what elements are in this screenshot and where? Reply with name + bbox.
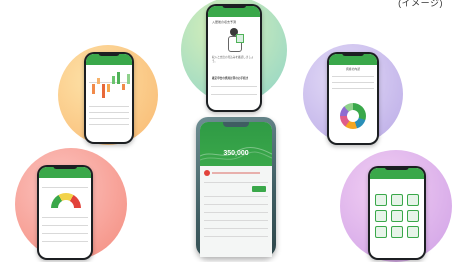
divider [204,204,268,205]
divider [332,76,374,77]
divider [204,228,268,229]
gauge-chart [51,193,81,208]
phone-main: 350,000 [196,117,276,257]
corner-caption: (イメージ) [398,0,443,8]
divider [89,106,129,107]
alert-icon [204,170,210,176]
divider [204,212,268,213]
alert-line [212,172,260,174]
phone-notch [222,4,246,8]
divider [89,118,129,119]
divider [42,187,88,188]
phone-notch [98,52,120,56]
phone-screen [86,54,132,142]
menu-tile[interactable] [391,194,403,206]
divider [89,124,129,125]
phone-bar-chart [84,52,134,144]
donut-chart [340,103,366,129]
divider [204,220,268,221]
divider [89,112,129,113]
doc-title: 入居後の収支予測 [212,20,237,24]
menu-tile[interactable] [375,194,387,206]
action-button[interactable] [252,186,266,192]
chart-bar [107,84,110,92]
phone-screen: 350,000 [200,122,272,257]
phone-donut-chart: 資産の内訳 [327,52,379,145]
chart-bar [97,78,100,84]
phone-screen: 資産の内訳 [329,54,377,143]
divider [204,236,268,237]
divider [42,217,88,218]
menu-tile[interactable] [407,194,419,206]
doc-footer: 確定申告の費用計算のお手続き [212,77,249,80]
phone-screen: 入居後の収支予測 収入と支出の見込みを確認しましょう。 確定申告の費用計算のお手… [208,6,260,110]
donut-heading: 資産の内訳 [346,67,360,71]
phone-menu-grid [368,166,426,260]
divider [211,86,257,87]
phone-document: 入居後の収支予測 収入と支出の見込みを確認しましょう。 確定申告の費用計算のお手… [206,4,262,112]
divider [42,233,88,234]
divider [89,82,129,83]
menu-tile[interactable] [391,210,403,222]
phone-screen [370,168,424,258]
chart-bar [112,76,115,84]
chart-bar [117,72,120,84]
phone-notch [53,165,77,169]
phone-notch [342,52,364,56]
phone-gauge [37,165,93,260]
chart-bar [122,84,125,90]
chart-bar [102,84,105,98]
divider [42,241,88,242]
wave-lines [200,147,272,161]
doc-body: 収入と支出の見込みを確認しましょう。 [212,56,254,63]
divider [332,82,374,83]
phone-screen [39,167,91,258]
menu-tile[interactable] [407,210,419,222]
chart-bar [92,84,95,94]
divider [332,88,374,89]
phone-notch [384,166,410,170]
divider [211,94,257,95]
menu-tile[interactable] [391,226,403,238]
app-header: 350,000 [200,122,272,166]
phone-notch [223,122,249,127]
divider [204,196,268,197]
person-illustration [226,28,244,52]
divider [42,225,88,226]
menu-tile[interactable] [375,210,387,222]
chart-bar [127,74,130,84]
divider [204,182,268,183]
menu-tile[interactable] [407,226,419,238]
menu-tile[interactable] [375,226,387,238]
